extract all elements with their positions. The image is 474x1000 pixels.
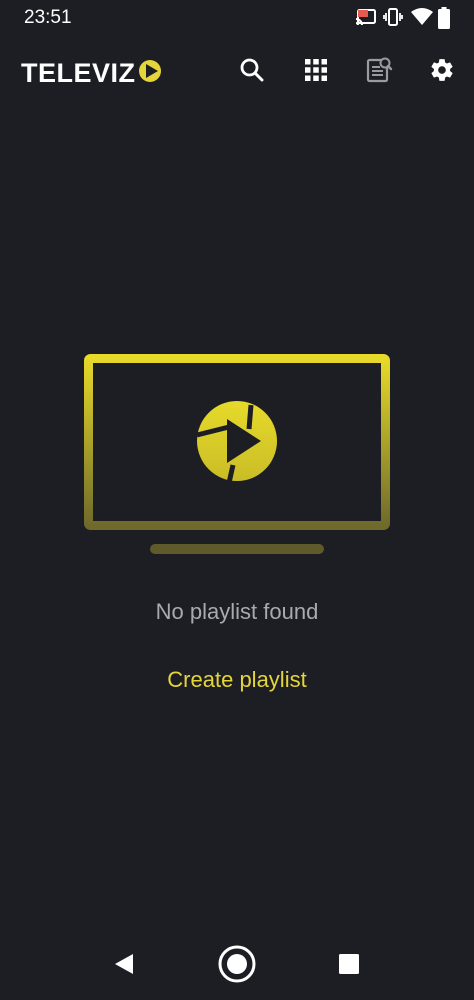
home-button[interactable] xyxy=(215,944,259,988)
app-bar: TELEVIZ xyxy=(0,36,474,108)
home-icon xyxy=(217,944,257,989)
back-button[interactable] xyxy=(102,944,146,988)
recents-button[interactable] xyxy=(327,944,371,988)
grid-icon xyxy=(304,58,328,87)
system-nav-bar xyxy=(0,930,474,1000)
logo-play-icon xyxy=(138,59,162,88)
empty-illustration xyxy=(84,354,390,563)
battery-icon xyxy=(438,7,450,34)
search-icon xyxy=(239,57,265,88)
tv-play-icon xyxy=(84,354,390,562)
empty-message: No playlist found xyxy=(155,599,319,624)
document-search-icon xyxy=(365,56,393,89)
grid-view-button[interactable] xyxy=(298,54,334,90)
vibrate-icon xyxy=(383,7,403,32)
cast-icon xyxy=(355,7,377,32)
back-icon xyxy=(113,952,135,981)
status-bar: 23:51 xyxy=(0,0,474,36)
logo-text: TELEVIZ xyxy=(21,57,136,88)
create-playlist-button[interactable]: Create playlist xyxy=(0,667,474,693)
wifi-icon xyxy=(411,7,433,32)
epg-search-button[interactable] xyxy=(361,54,397,90)
search-button[interactable] xyxy=(234,54,270,90)
gear-icon xyxy=(429,57,455,88)
recents-icon xyxy=(338,953,360,980)
settings-button[interactable] xyxy=(424,54,460,90)
app-logo: TELEVIZ xyxy=(21,58,162,88)
status-time: 23:51 xyxy=(24,7,72,28)
